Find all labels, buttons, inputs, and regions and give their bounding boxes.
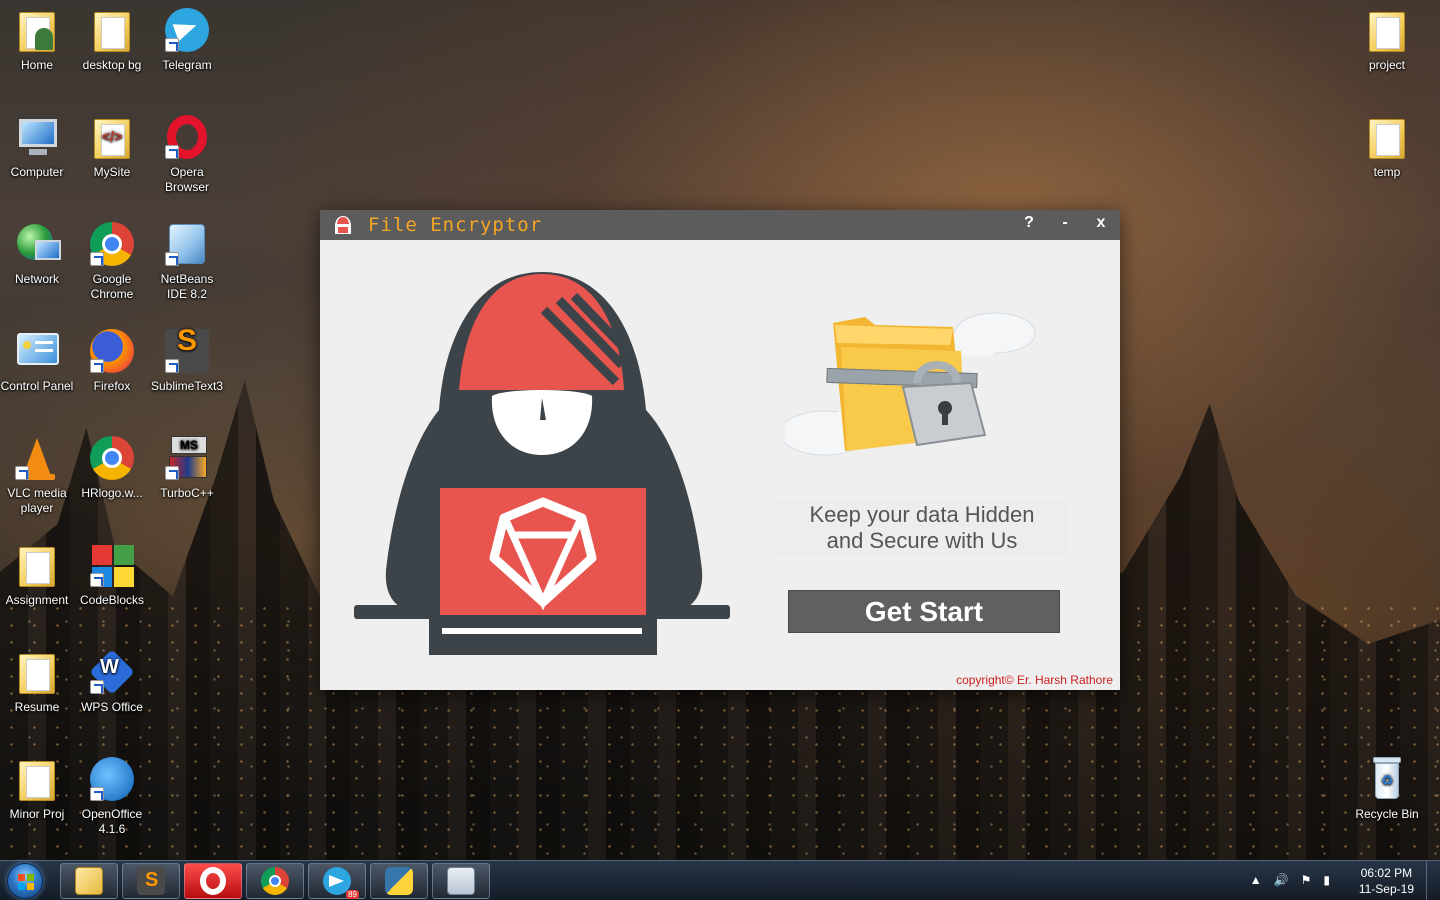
desktop-icon-home[interactable]: Home (0, 6, 75, 73)
opera-icon (163, 113, 211, 161)
locked-folder-clouds-illustration (785, 312, 1036, 456)
clock-date: 11-Sep-19 (1358, 882, 1414, 896)
taskbar-chrome[interactable] (246, 863, 304, 899)
openoffice-icon (88, 755, 136, 803)
desktop-icon-assignment[interactable]: Assignment (0, 541, 75, 608)
wps-icon: W (88, 648, 136, 696)
copyright-text: copyright© Er. Harsh Rathore (956, 673, 1113, 687)
window-title: File Encryptor (368, 214, 543, 236)
desktop-icon-wps[interactable]: W WPS Office (74, 648, 150, 715)
signal-bars-icon[interactable]: ▮ (1323, 873, 1330, 887)
file-encryptor-window: File Encryptor ? - x Keep your data Hidd… (320, 210, 1120, 690)
folder-icon (88, 6, 136, 54)
python-icon (385, 867, 413, 895)
firefox-icon (88, 327, 136, 375)
desktop-icon-recycle-bin[interactable]: ♻ Recycle Bin (1349, 755, 1425, 822)
folder-icon (1363, 6, 1411, 54)
vlc-cone-icon (13, 434, 61, 482)
window-titlebar[interactable]: File Encryptor ? - x (320, 210, 1120, 240)
desktop-icon-codeblocks[interactable]: CodeBlocks (74, 541, 150, 608)
taskbar-clock[interactable]: 06:02 PM 11-Sep-19 (1359, 865, 1414, 897)
code-folder-icon: </> (88, 113, 136, 161)
chrome-icon (88, 434, 136, 482)
taskbar-opera[interactable] (184, 863, 242, 899)
help-button[interactable]: ? (1020, 214, 1038, 232)
chrome-icon (261, 867, 289, 895)
start-button[interactable] (7, 863, 43, 899)
desktop-icon-resume[interactable]: Resume (0, 648, 75, 715)
tagline-line-2: and Secure with Us (826, 528, 1018, 553)
desktop-icon-netbeans[interactable]: NetBeans IDE 8.2 (149, 220, 225, 302)
desktop-icon-chrome[interactable]: Google Chrome (74, 220, 150, 302)
tagline-box: Keep your data Hidden and Secure with Us (776, 500, 1068, 556)
system-tray: ▲ 🔊 ⚑ ▮ (1250, 873, 1330, 887)
taskbar-python[interactable] (370, 863, 428, 899)
chrome-icon (88, 220, 136, 268)
desktop-icon-hrlogo[interactable]: HRlogo.w... (74, 434, 150, 501)
network-globe-icon (13, 220, 61, 268)
get-start-button[interactable]: Get Start (788, 590, 1060, 633)
desktop-icon-computer[interactable]: Computer (0, 113, 75, 180)
desktop-icon-project[interactable]: project (1349, 6, 1425, 73)
desktop-icon-vlc[interactable]: VLC media player (0, 434, 75, 516)
desktop-icon-network[interactable]: Network (0, 220, 75, 287)
desktop-icon-desktop-bg[interactable]: desktop bg (74, 6, 150, 73)
sublime-icon: S (163, 326, 211, 375)
minimize-button[interactable]: - (1056, 214, 1074, 232)
desktop-icon-temp[interactable]: temp (1349, 113, 1425, 180)
close-button[interactable]: x (1092, 214, 1110, 232)
volume-icon[interactable]: 🔊 (1274, 873, 1289, 887)
desktop-icon-opera[interactable]: Opera Browser (149, 113, 225, 195)
taskbar: S 89 ▲ 🔊 ⚑ ▮ 06:02 PM 11-Sep-19 (0, 860, 1440, 900)
desktop-icon-turbocpp[interactable]: MS TurboC++ (149, 434, 225, 501)
desktop-icon-telegram[interactable]: Telegram (149, 6, 225, 73)
netbeans-cube-icon (163, 220, 211, 268)
desktop-icon-sublime[interactable]: S SublimeText3 (149, 326, 225, 394)
turbocpp-icon: MS (163, 434, 211, 482)
file-explorer-icon (75, 867, 103, 895)
desktop-icon-mysite[interactable]: </> MySite (74, 113, 150, 180)
computer-icon (13, 113, 61, 161)
taskbar-calculator[interactable] (432, 863, 490, 899)
hooded-hacker-illustration (354, 272, 730, 655)
telegram-icon (163, 6, 211, 54)
taskbar-telegram[interactable]: 89 (308, 863, 366, 899)
control-panel-icon (13, 327, 61, 375)
hacker-logo-icon (335, 216, 351, 234)
taskbar-sublime-text[interactable]: S (122, 863, 180, 899)
clock-time: 06:02 PM (1360, 866, 1413, 880)
show-desktop-button[interactable] (1426, 861, 1440, 900)
action-center-flag-icon[interactable]: ⚑ (1301, 873, 1312, 887)
user-folder-icon (13, 6, 61, 54)
telegram-unread-badge: 89 (346, 890, 359, 899)
telegram-icon: 89 (323, 867, 359, 899)
folder-icon (13, 755, 61, 803)
tagline-line-1: Keep your data Hidden (809, 502, 1035, 527)
tray-overflow-icon[interactable]: ▲ (1250, 873, 1262, 887)
recycle-bin-icon: ♻ (1363, 755, 1411, 803)
desktop-icon-minor-proj[interactable]: Minor Proj (0, 755, 75, 822)
desktop-icon-firefox[interactable]: Firefox (74, 327, 150, 394)
folder-icon (13, 648, 61, 696)
folder-icon (1363, 113, 1411, 161)
calculator-icon (447, 867, 475, 895)
desktop-icon-openoffice[interactable]: OpenOffice 4.1.6 (74, 755, 150, 837)
folder-icon (13, 541, 61, 589)
opera-icon (200, 867, 226, 895)
codeblocks-icon (88, 541, 136, 589)
desktop-icon-control-panel[interactable]: Control Panel (0, 327, 75, 394)
sublime-icon: S (137, 867, 165, 895)
taskbar-file-explorer[interactable] (60, 863, 118, 899)
